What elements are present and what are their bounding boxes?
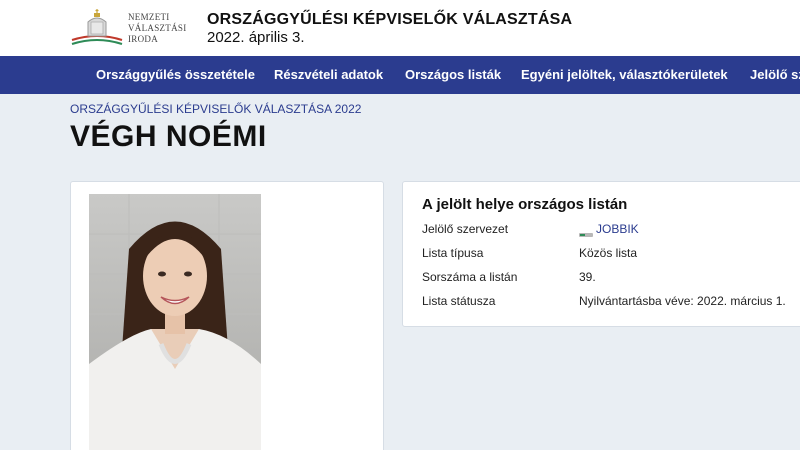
party-logo-icon	[579, 227, 593, 237]
national-list-card: A jelölt helye országos listán Jelölő sz…	[402, 181, 800, 327]
breadcrumb[interactable]: ORSZÁGGYŰLÉSI KÉPVISELŐK VÁLASZTÁSA 2022	[70, 102, 361, 116]
row-label-list-status: Lista státusza	[422, 294, 496, 308]
page-title: VÉGH NOÉMI	[70, 120, 267, 153]
site-title: ORSZÁGGYŰLÉSI KÉPVISELŐK VÁLASZTÁSA	[207, 11, 573, 28]
candidate-photo-card	[70, 181, 384, 450]
party-link[interactable]: JOBBIK	[596, 222, 639, 236]
nav-item-parliament-composition[interactable]: Országgyűlés összetétele	[96, 56, 255, 94]
row-label-list-position: Sorszáma a listán	[422, 270, 518, 284]
logo-line-1: NEMZETI	[128, 12, 170, 22]
logo-line-3: IRODA	[128, 34, 158, 44]
nav-item-nominating-organizations[interactable]: Jelölő szervezetek	[750, 56, 800, 94]
logo-line-2: VÁLASZTÁSI	[128, 23, 187, 33]
logo-text: NEMZETI VÁLASZTÁSI IRODA	[128, 12, 187, 45]
nav-item-turnout[interactable]: Részvételi adatok	[274, 56, 383, 94]
row-label-nominating-org: Jelölő szervezet	[422, 222, 509, 236]
coat-of-arms-icon	[71, 9, 123, 45]
row-value-list-position: 39.	[579, 270, 596, 284]
main-navigation: Országgyűlés összetétele Részvételi adat…	[0, 56, 800, 94]
list-card-title: A jelölt helye országos listán	[422, 196, 628, 213]
election-date: 2022. április 3.	[207, 29, 305, 46]
row-value-list-type: Közös lista	[579, 246, 638, 260]
nav-item-national-lists[interactable]: Országos listák	[405, 56, 501, 94]
nav-item-individual-candidates[interactable]: Egyéni jelöltek, választókerületek	[521, 56, 728, 94]
nvi-logo[interactable]: NEMZETI VÁLASZTÁSI IRODA	[70, 6, 190, 50]
row-value-list-status: Nyilvántartásba véve: 2022. március 1.	[579, 294, 786, 308]
candidate-photo	[89, 194, 261, 450]
row-value-nominating-org: JOBBIK	[579, 222, 639, 237]
row-label-list-type: Lista típusa	[422, 246, 484, 260]
site-header: NEMZETI VÁLASZTÁSI IRODA ORSZÁGGYŰLÉSI K…	[0, 0, 800, 56]
